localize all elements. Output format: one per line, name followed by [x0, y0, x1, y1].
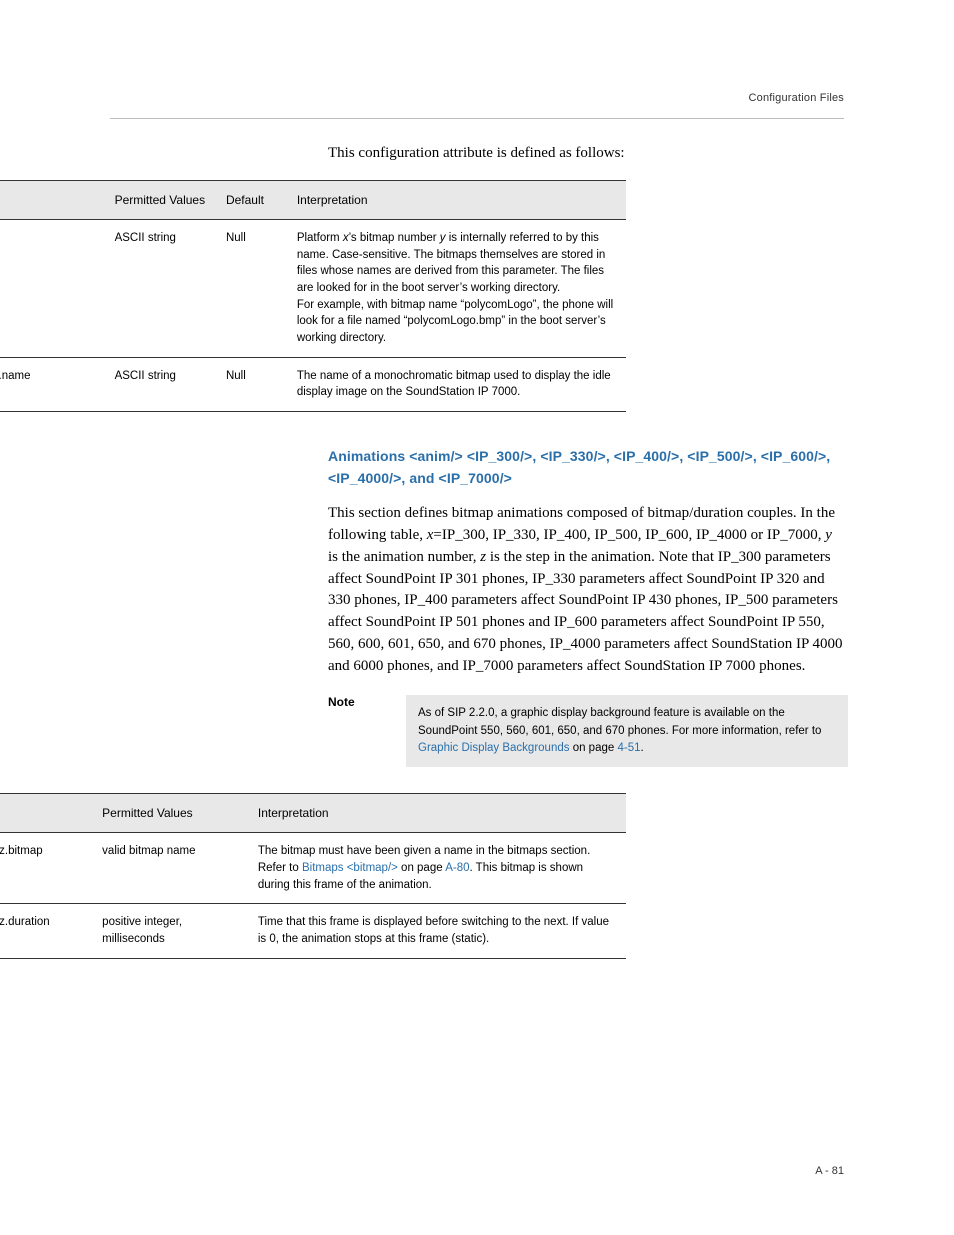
- text: =IP_300, IP_330, IP_400, IP_500, IP_600,…: [433, 527, 825, 543]
- table-row: bitmap.IP_7000.39.name ASCII string Null…: [0, 357, 626, 411]
- col-interpretation: Interpretation: [287, 181, 626, 220]
- xref-page[interactable]: 4-51: [617, 742, 640, 754]
- running-header: Configuration Files: [748, 92, 844, 104]
- cell-values: valid bitmap name: [92, 833, 248, 904]
- note-box: Note As of SIP 2.2.0, a graphic display …: [328, 695, 848, 767]
- text: ’s bitmap number: [349, 232, 440, 244]
- xref-page[interactable]: A-80: [445, 862, 469, 874]
- cell-interp: Time that this frame is displayed before…: [248, 904, 626, 958]
- config-table-1: Attribute Permitted Values Default Inter…: [0, 180, 626, 412]
- text: is the step in the animation. Note that …: [328, 549, 843, 674]
- page-number: A - 81: [815, 1165, 844, 1177]
- cell-attribute: bitmap.x.y.name: [0, 220, 105, 358]
- col-permitted: Permitted Values: [105, 181, 216, 220]
- cell-interp: Platform x’s bitmap number y is internal…: [287, 220, 626, 358]
- table2-wrap: Attribute Permitted Values Interpretatio…: [110, 793, 844, 958]
- section-body: This section defines bitmap animations c…: [328, 503, 844, 677]
- cell-interp: The bitmap must have been given a name i…: [248, 833, 626, 904]
- intro-text: This configuration attribute is defined …: [328, 145, 844, 162]
- table-row: ind.anim.x.y.frame.z.duration positive i…: [0, 904, 626, 958]
- text: Platform: [297, 232, 343, 244]
- config-table-2: Attribute Permitted Values Interpretatio…: [0, 793, 626, 958]
- table1-wrap: Attribute Permitted Values Default Inter…: [110, 180, 844, 412]
- cell-values: positive integer, milliseconds: [92, 904, 248, 958]
- note-body: As of SIP 2.2.0, a graphic display backg…: [406, 695, 848, 767]
- text: on page: [398, 862, 445, 874]
- cell-values: ASCII string: [105, 220, 216, 358]
- text: is the animation number,: [328, 549, 480, 565]
- var-y: y: [825, 527, 832, 543]
- text: .: [641, 742, 644, 754]
- text: For example, with bitmap name “polycomLo…: [297, 299, 613, 344]
- note-label: Note: [328, 695, 388, 709]
- main-content: This configuration attribute is defined …: [328, 145, 844, 959]
- col-interpretation: Interpretation: [248, 794, 626, 833]
- col-default: Default: [216, 181, 287, 220]
- table-row: ind.anim.x.y.frame.z.bitmap valid bitmap…: [0, 833, 626, 904]
- cell-attribute: bitmap.IP_7000.39.name: [0, 357, 105, 411]
- xref-link[interactable]: Bitmaps <bitmap/>: [302, 862, 398, 874]
- table-header-row: Attribute Permitted Values Default Inter…: [0, 181, 626, 220]
- text: As of SIP 2.2.0, a graphic display backg…: [418, 707, 821, 736]
- cell-attribute: ind.anim.x.y.frame.z.bitmap: [0, 833, 92, 904]
- col-permitted: Permitted Values: [92, 794, 248, 833]
- cell-default: Null: [216, 220, 287, 358]
- section-heading: Animations <anim/> <IP_300/>, <IP_330/>,…: [328, 446, 844, 489]
- cell-default: Null: [216, 357, 287, 411]
- cell-attribute: ind.anim.x.y.frame.z.duration: [0, 904, 92, 958]
- xref-link[interactable]: Graphic Display Backgrounds: [418, 742, 570, 754]
- text: .frame.z.bitmap: [0, 845, 43, 857]
- cell-values: ASCII string: [105, 357, 216, 411]
- col-attribute: Attribute: [0, 181, 105, 220]
- cell-interp: The name of a monochromatic bitmap used …: [287, 357, 626, 411]
- page: Configuration Files This configuration a…: [0, 0, 954, 1235]
- table-header-row: Attribute Permitted Values Interpretatio…: [0, 794, 626, 833]
- table-row: bitmap.x.y.name ASCII string Null Platfo…: [0, 220, 626, 358]
- text: .frame.z.duration: [0, 916, 50, 928]
- header-rule: [110, 118, 844, 119]
- text: on page: [570, 742, 618, 754]
- col-attribute: Attribute: [0, 794, 92, 833]
